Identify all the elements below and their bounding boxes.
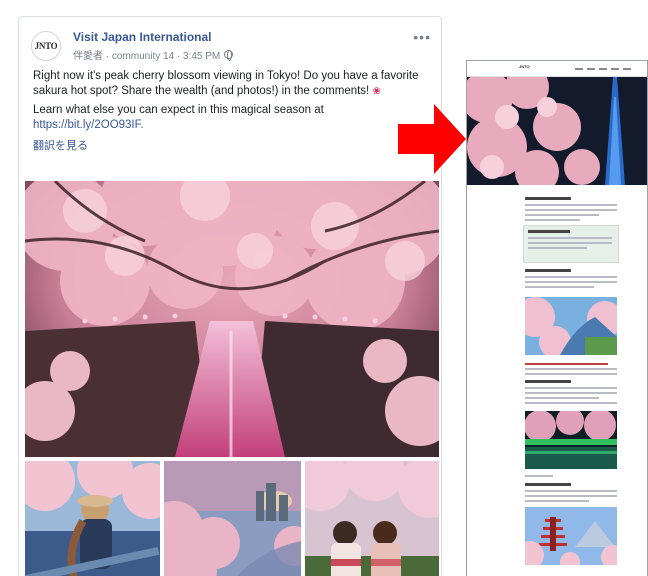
article-image-illuminated-river [525,411,617,469]
photo-moat-blossoms[interactable] [164,461,301,576]
article-section-text-2 [525,363,617,407]
page-name-link[interactable]: Visit Japan International [73,30,211,44]
article-section-text-1 [525,269,617,291]
post-text-line1: Right now it's peak cherry blossom viewi… [33,70,419,97]
article-nav-items [575,68,631,70]
article-image-pagoda-fuji [525,507,617,565]
photo-moat-art [164,461,301,576]
post-text-line2: Learn what else you can expect in this m… [33,104,324,131]
article-image-pagoda-art [525,507,617,565]
photo-boat-art [25,461,160,576]
post-header: JNTO Visit Japan International 伴愛者 · com… [31,27,431,62]
photo-kimono-blossoms[interactable] [305,461,439,576]
red-arrow-icon [398,104,466,174]
article-image-moat [525,297,617,355]
see-translation-link[interactable]: 翻訳を見る [33,139,88,154]
article-page-thumbnail: JNTO [466,60,648,576]
article-section-text-3 [525,475,617,505]
globe-icon [224,50,234,61]
more-options-icon[interactable]: ••• [413,29,431,45]
blossom-emoji-icon: ❀ [372,86,381,97]
article-image-moat-art [525,297,617,355]
article-note-text [528,230,612,252]
article-nav: JNTO [467,61,647,77]
post-meta-text: 伴愛者 · community 14 · 3:45 PM [73,51,221,62]
photo-boat-blossoms[interactable] [25,461,160,576]
page-avatar[interactable]: JNTO [31,31,61,61]
post-text: Right now it's peak cherry blossom viewi… [33,69,437,154]
photo-kimono-art [305,461,439,576]
hero-photo[interactable] [25,181,439,457]
hero-photo-art [25,181,439,457]
facebook-post: JNTO Visit Japan International 伴愛者 · com… [18,16,442,576]
article-image-river-art [525,411,617,469]
article-hero-art [467,65,647,194]
post-meta: 伴愛者 · community 14 · 3:45 PM [73,47,234,62]
article-hero-image [467,65,647,194]
article-intro-text [525,197,617,224]
article-note-box [523,225,619,263]
article-logo: JNTO [519,64,530,69]
post-link[interactable]: https://bit.ly/2OO93IF. [33,119,144,131]
